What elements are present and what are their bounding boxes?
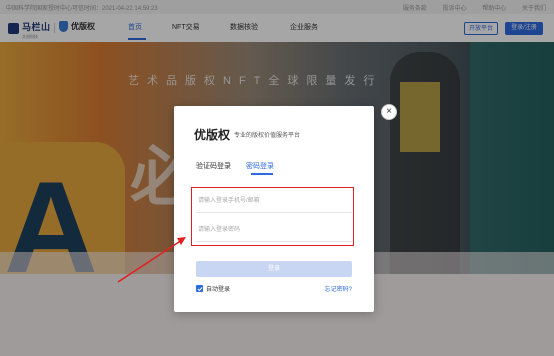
auto-login[interactable]: 自动登录 (196, 284, 230, 293)
modal-subtitle: 专业的版权价值服务平台 (234, 133, 301, 139)
tab-active-underline (251, 173, 273, 175)
login-button[interactable]: 登录 (196, 261, 352, 277)
close-icon[interactable]: × (381, 104, 397, 120)
auto-login-checkbox[interactable] (196, 285, 203, 292)
auto-login-label: 自动登录 (206, 287, 231, 293)
modal-title: 优版权 (194, 128, 231, 142)
tab-sms-login[interactable]: 验证码登录 (196, 161, 231, 171)
check-icon (197, 286, 202, 291)
forgot-password-link[interactable]: 忘记密码? (325, 284, 352, 293)
tab-password-login[interactable]: 密码登录 (246, 161, 274, 171)
annotation-box (191, 187, 354, 246)
